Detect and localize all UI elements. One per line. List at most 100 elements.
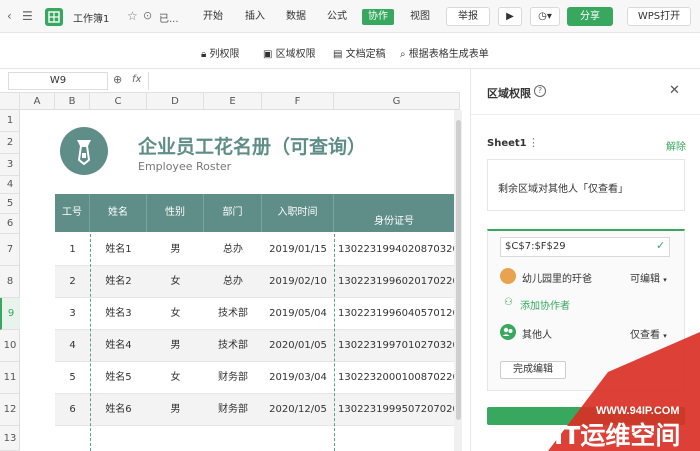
generate-form-item[interactable]: ⌕ 根据表格生成表单 xyxy=(400,45,489,60)
help-icon[interactable]: ? xyxy=(534,85,546,97)
cell-dept[interactable]: 总办 xyxy=(204,234,262,266)
close-icon[interactable]: ✕ xyxy=(669,83,680,98)
row-header-9[interactable]: 9 xyxy=(0,298,20,330)
formula-input[interactable] xyxy=(148,72,454,90)
cell-name[interactable]: 姓名6 xyxy=(90,394,147,426)
col-header-a[interactable]: A xyxy=(20,93,55,110)
row-header-6[interactable]: 6 xyxy=(0,214,20,234)
cell-id[interactable]: 2 xyxy=(55,266,90,298)
remove-permission-link[interactable]: 解除 xyxy=(666,138,686,153)
add-collaborator-link[interactable]: 添加协作者 xyxy=(520,297,570,312)
cell-dept[interactable]: 技术部 xyxy=(204,298,262,330)
cell-gender[interactable]: 女 xyxy=(147,266,204,298)
cell-id-number[interactable]: 1302232000100870220 xyxy=(338,362,454,394)
cell-gender[interactable]: 男 xyxy=(147,330,204,362)
collaborator-permission-select[interactable]: 可编辑 ▾ xyxy=(630,270,667,285)
cell-hire-date[interactable]: 2020/12/05 xyxy=(262,394,334,426)
cell-id-number[interactable]: 1302231999507207020 xyxy=(338,394,454,426)
name-box[interactable]: W9 xyxy=(8,72,108,90)
doc-name[interactable]: 工作簿1 xyxy=(73,10,109,25)
zoom-search-icon[interactable]: ⊕ xyxy=(113,73,122,86)
col-header-d[interactable]: D xyxy=(147,93,204,110)
star-icon[interactable]: ☆ xyxy=(127,9,138,23)
cell-gender[interactable]: 男 xyxy=(147,394,204,426)
select-all-corner[interactable] xyxy=(0,93,20,110)
cell-id[interactable]: 5 xyxy=(55,362,90,394)
tab-formula[interactable]: 公式 xyxy=(327,9,347,25)
col-header-e[interactable]: E xyxy=(204,93,262,110)
row-header-3[interactable]: 3 xyxy=(0,154,20,176)
cell-dept[interactable]: 总办 xyxy=(204,266,262,298)
menu-icon[interactable]: ☰ xyxy=(22,0,33,33)
add-user-icon[interactable]: ⚇ xyxy=(504,297,513,308)
confirm-check-icon[interactable]: ✓ xyxy=(656,239,665,252)
cell-gender[interactable]: 女 xyxy=(147,298,204,330)
cell-id-number[interactable]: 1302231994020870320 xyxy=(338,234,454,266)
row-header-10[interactable]: 10 xyxy=(0,330,20,362)
col-header-g[interactable]: G xyxy=(334,93,460,110)
history-icon[interactable]: ◷▾ xyxy=(530,7,560,26)
cell-id[interactable]: 6 xyxy=(55,394,90,426)
tab-collaborate[interactable]: 协作 xyxy=(362,9,394,25)
generate-form-label: 根据表格生成表单 xyxy=(408,49,489,60)
cell-name[interactable]: 姓名4 xyxy=(90,330,147,362)
cell-id[interactable]: 4 xyxy=(55,330,90,362)
cell-hire-date[interactable]: 2019/03/04 xyxy=(262,362,334,394)
watermark-url: WWW.94IP.COM xyxy=(596,405,680,417)
share-button[interactable]: 分享 xyxy=(567,7,613,26)
cell-id[interactable]: 1 xyxy=(55,234,90,266)
tab-view[interactable]: 视图 xyxy=(410,9,430,25)
cell-dept[interactable]: 财务部 xyxy=(204,394,262,426)
cell-gender[interactable]: 男 xyxy=(147,234,204,266)
row-header-4[interactable]: 4 xyxy=(0,176,20,194)
more-icon[interactable]: ⋮ xyxy=(528,136,539,149)
row-header-1[interactable]: 1 xyxy=(0,110,20,132)
cell-id-number[interactable]: 1302231996040570120 xyxy=(338,298,454,330)
cell-gender[interactable]: 女 xyxy=(147,362,204,394)
range-input[interactable]: $C$7:$F$29 xyxy=(500,237,670,257)
row-header-2[interactable]: 2 xyxy=(0,132,20,154)
finalize-doc-item[interactable]: ▤ 文档定稿 xyxy=(333,45,386,60)
remaining-area-box: 剩余区域对其他人「仅查看」 xyxy=(487,159,685,211)
col-header-b[interactable]: B xyxy=(55,93,90,110)
tab-home[interactable]: 开始 xyxy=(203,9,223,25)
sheet-canvas[interactable]: 企业员工花名册（可查询） Employee Roster 工号 姓名 性别 部门… xyxy=(20,110,454,451)
row-header-8[interactable]: 8 xyxy=(0,266,20,298)
document-icon: ▤ xyxy=(333,49,343,60)
cell-name[interactable]: 姓名3 xyxy=(90,298,147,330)
col-header-c[interactable]: C xyxy=(90,93,147,110)
vertical-scrollbar-thumb[interactable] xyxy=(456,120,461,420)
row-header-12[interactable]: 12 xyxy=(0,394,20,426)
col-header-f[interactable]: F xyxy=(262,93,334,110)
cell-name[interactable]: 姓名5 xyxy=(90,362,147,394)
cell-id-number[interactable]: 1302231997010270320 xyxy=(338,330,454,362)
open-in-wps-button[interactable]: WPS打开 xyxy=(627,7,691,26)
cell-id[interactable]: 3 xyxy=(55,298,90,330)
cell-id-number[interactable]: 1302231996020170220 xyxy=(338,266,454,298)
row-header-11[interactable]: 11 xyxy=(0,362,20,394)
row-header-13[interactable]: 13 xyxy=(0,426,20,451)
sheet-app-icon xyxy=(45,8,63,26)
cell-dept[interactable]: 财务部 xyxy=(204,362,262,394)
range-permission-item[interactable]: ▣ 区域权限 xyxy=(263,45,316,60)
row-header-5[interactable]: 5 xyxy=(0,194,20,214)
cell-dept[interactable]: 技术部 xyxy=(204,330,262,362)
tab-data[interactable]: 数据 xyxy=(286,9,306,25)
cell-hire-date[interactable]: 2019/02/10 xyxy=(262,266,334,298)
header-hire-date: 入职时间 xyxy=(262,194,334,232)
column-permission-item[interactable]: 🔒︎ 列权限 xyxy=(201,45,240,60)
function-icon[interactable]: fx xyxy=(132,74,141,85)
top-toolbar: ‹ ☰ 工作簿1 ☆ ⊙ 已... 开始 插入 数据 公式 协作 视图 举报 ▶… xyxy=(0,0,700,33)
cell-name[interactable]: 姓名2 xyxy=(90,266,147,298)
tab-insert[interactable]: 插入 xyxy=(245,9,265,25)
cell-hire-date[interactable]: 2019/05/04 xyxy=(262,298,334,330)
cell-hire-date[interactable]: 2020/01/05 xyxy=(262,330,334,362)
cell-name[interactable]: 姓名1 xyxy=(90,234,147,266)
present-icon[interactable]: ▶ xyxy=(498,7,522,26)
row-header-7[interactable]: 7 xyxy=(0,234,20,266)
roster-logo xyxy=(60,127,108,175)
report-button[interactable]: 举报 xyxy=(446,7,490,26)
saved-check-icon: ⊙ xyxy=(143,9,153,22)
cell-hire-date[interactable]: 2019/01/15 xyxy=(262,234,334,266)
back-icon[interactable]: ‹ xyxy=(7,0,12,33)
